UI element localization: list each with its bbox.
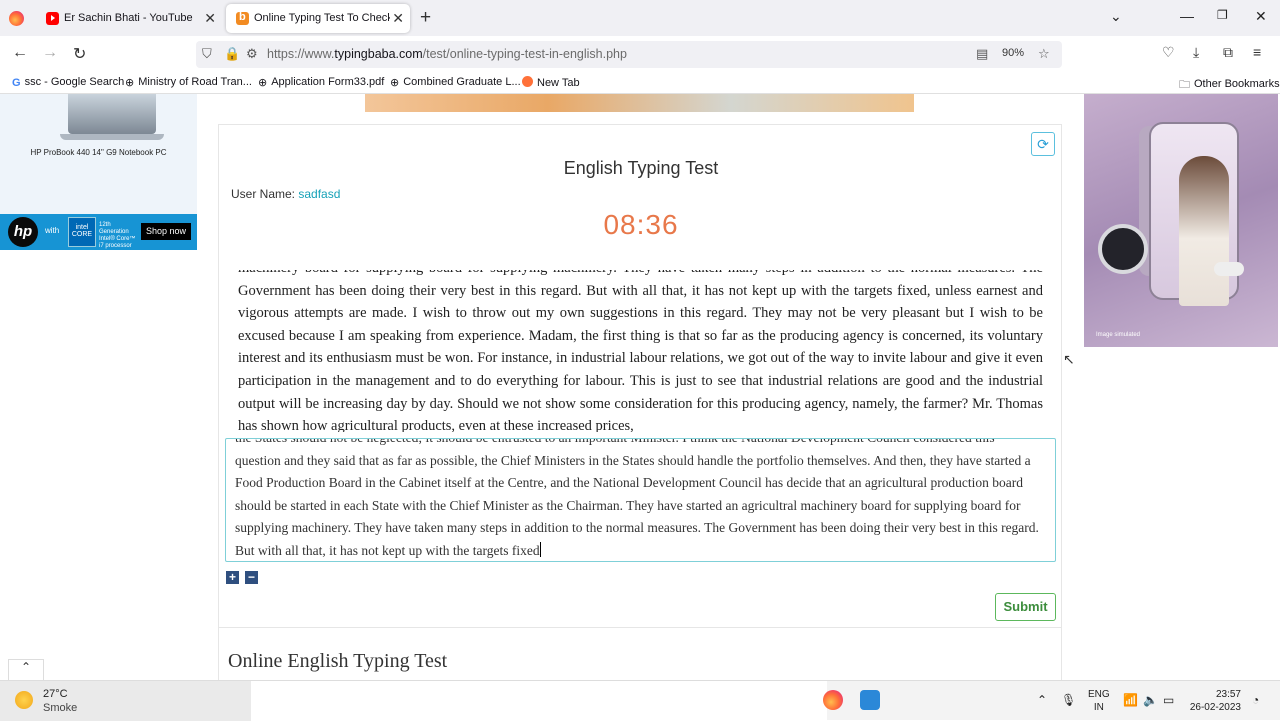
menu-icon[interactable]: ≡ [1253, 44, 1261, 60]
page-title: English Typing Test [563, 158, 719, 178]
clock[interactable]: 23:57 26-02-2023 [1189, 688, 1241, 714]
extensions-icon[interactable]: ⧉ [1223, 44, 1233, 61]
ad-disclaimer: Image simulated [1096, 332, 1141, 338]
decrease-font-button[interactable]: − [245, 571, 258, 584]
intel-badge: intel CORE [68, 217, 96, 247]
navigation-bar: ← → ↻ ⛉ 🔒 ⚙ https://www.typingbaba.com/t… [0, 36, 1280, 73]
text-caret [539, 541, 541, 557]
battery-icon[interactable]: ▭ [1163, 693, 1174, 707]
close-tab-icon[interactable]: ✕ [392, 10, 404, 27]
chevron-up-icon[interactable]: ⌃ [1037, 693, 1047, 707]
laptop-base [60, 134, 164, 140]
temperature: 27°C [43, 688, 68, 700]
passage-text: machinery board for supplying board for … [238, 270, 1043, 432]
list-tabs-icon[interactable]: ⌄ [1110, 8, 1122, 25]
new-tab-button[interactable]: + [420, 7, 431, 29]
increase-font-button[interactable]: + [226, 571, 239, 584]
scroll-top-button[interactable]: ⌃ [8, 659, 44, 680]
language-indicator[interactable]: ENG IN [1088, 688, 1110, 714]
shop-now-button[interactable]: Shop now [141, 223, 191, 240]
ad-with-text: with [45, 226, 60, 235]
hp-ad[interactable]: HP ProBook 440 14" G9 Notebook PC hp wit… [0, 94, 197, 250]
folder-icon: 🗀 [1179, 79, 1190, 91]
volume-icon[interactable]: 🔈 [1143, 693, 1158, 707]
passage-box[interactable]: machinery board for supplying board for … [219, 270, 1063, 432]
chevron-up-icon: ⌃ [20, 660, 32, 674]
close-tab-icon[interactable]: ✕ [204, 10, 216, 27]
section-heading: Online English Typing Test [228, 650, 448, 672]
typingbaba-icon [236, 11, 249, 25]
user-value: sadfasd [298, 187, 341, 201]
user-label: User Name: [231, 187, 296, 201]
youtube-icon [46, 12, 59, 25]
globe-icon: ⊕ [258, 77, 268, 89]
refresh-button[interactable]: ⟳ [1031, 132, 1055, 156]
microphone-icon[interactable]: 🎙 [1061, 693, 1076, 707]
back-icon[interactable]: ← [12, 44, 28, 62]
firefox-icon [522, 76, 533, 87]
notepad-taskbar-icon[interactable] [860, 690, 880, 710]
tab-title: Er Sachin Bhati - YouTube [64, 12, 193, 24]
minimize-icon[interactable]: — [1180, 8, 1194, 24]
top-banner-image[interactable] [365, 94, 914, 112]
tab-title: Online Typing Test To Check Your Typing … [254, 12, 390, 24]
bookmark-item[interactable]: New Tab [522, 76, 580, 89]
user-name: User Name: sadfasd [231, 187, 340, 201]
pocket-icon[interactable]: ♡ [1162, 44, 1175, 61]
model-image [1179, 156, 1229, 306]
submit-button[interactable]: Submit [995, 593, 1056, 621]
taskbar-apps-area [251, 681, 827, 721]
bookmark-item[interactable]: Gssc - Google Search [12, 76, 124, 89]
timer: 08:36 [603, 209, 679, 240]
refresh-icon: ⟳ [1037, 136, 1049, 152]
taskbar: 27°C Smoke ⌃ 🎙 ENG IN 📶 🔈 ▭ 23:57 26-02-20… [0, 680, 1280, 721]
google-icon: G [12, 77, 21, 89]
tab-typingbaba[interactable]: Online Typing Test To Check Your Typing … [226, 4, 410, 33]
wifi-icon[interactable]: 📶 [1123, 693, 1138, 707]
restore-icon[interactable]: ❐ [1217, 8, 1228, 22]
globe-icon: ⊕ [125, 77, 135, 89]
reader-view-icon[interactable]: ▤ [976, 46, 988, 62]
forward-icon[interactable]: → [42, 44, 58, 62]
hp-logo-icon: hp [8, 217, 38, 247]
typing-input[interactable]: the States should not be neglected; it s… [225, 438, 1056, 562]
weather-condition: Smoke [43, 702, 78, 714]
ad-gen-text: 12th Generation Intel® Core™ i7 processo… [99, 222, 136, 249]
weather-widget[interactable]: 27°C Smoke [0, 681, 251, 721]
bookmark-item[interactable]: ⊕ Application Form33.pdf [258, 76, 384, 89]
samsung-ad[interactable]: Image simulated [1084, 94, 1278, 347]
bookmarks-toolbar: Gssc - Google Search ⊕ Ministry of Road T… [0, 73, 1280, 94]
firefox-taskbar-icon[interactable] [823, 690, 843, 710]
shield-icon[interactable]: ⛉ [202, 46, 212, 62]
permissions-icon[interactable]: ⚙ [246, 46, 258, 62]
other-bookmarks[interactable]: 🗀 Other Bookmarks [1179, 76, 1280, 91]
notifications-icon[interactable]: ◔ [1252, 693, 1259, 707]
bookmark-item[interactable]: ⊕ Combined Graduate L... [390, 76, 521, 89]
url-text[interactable]: https://www.typingbaba.com/test/online-t… [267, 47, 627, 61]
mouse-cursor-icon: ↖ [1063, 351, 1075, 367]
downloads-icon[interactable]: ⤓ [1193, 44, 1199, 61]
reload-icon[interactable]: ↻ [73, 44, 86, 64]
typed-text: the States should not be neglected; it s… [235, 439, 1039, 558]
tab-bar: Er Sachin Bhati - YouTube ✕ Online Typin… [0, 0, 1280, 36]
close-window-icon[interactable]: ✕ [1255, 8, 1267, 25]
zoom-level[interactable]: 90% [1002, 47, 1024, 59]
bookmark-star-icon[interactable]: ☆ [1038, 46, 1050, 62]
firefox-icon[interactable] [9, 11, 24, 26]
bookmark-item[interactable]: ⊕ Ministry of Road Tran... [125, 76, 252, 89]
address-bar[interactable]: ⛉ 🔒 ⚙ https://www.typingbaba.com/test/on… [196, 41, 1062, 68]
typing-test-card: ⟳ English Typing Test User Name: sadfasd… [218, 124, 1062, 628]
earbuds-image [1214, 262, 1244, 276]
globe-icon: ⊕ [390, 77, 400, 89]
ad-caption: HP ProBook 440 14" G9 Notebook PC [30, 148, 167, 157]
watch-image [1098, 224, 1148, 274]
tab-youtube[interactable]: Er Sachin Bhati - YouTube ✕ [36, 4, 222, 33]
page-viewport: HP ProBook 440 14" G9 Notebook PC hp wit… [0, 94, 1280, 680]
weather-sun-icon [15, 691, 33, 709]
laptop-image [68, 94, 156, 134]
lock-icon[interactable]: 🔒 [224, 46, 240, 62]
